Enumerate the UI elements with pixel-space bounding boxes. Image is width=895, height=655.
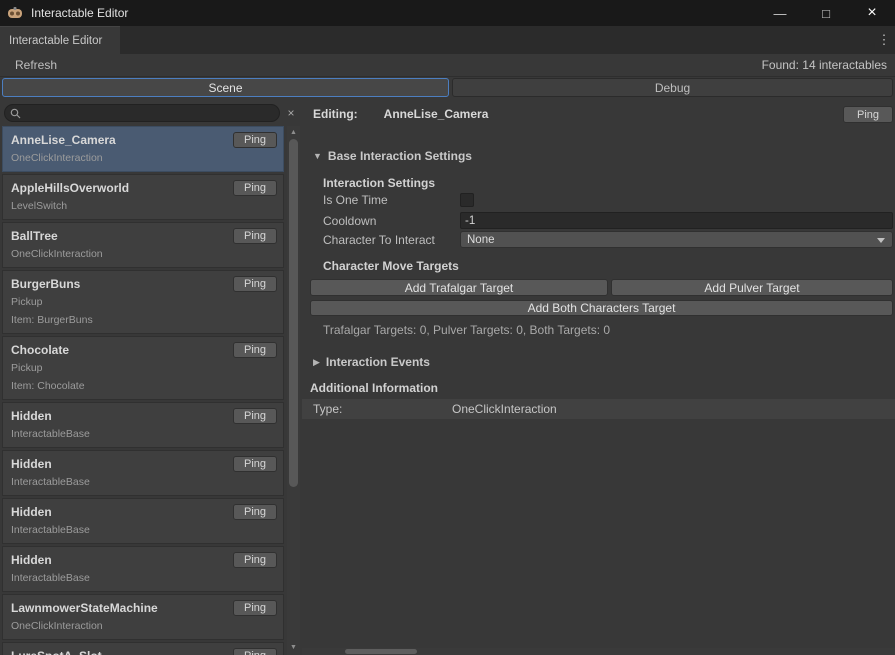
scene-list-panel: × Ping AnneLise_Camera OneClickInteracti… [0,98,302,655]
ping-button[interactable]: Ping [233,180,277,196]
editor-tabstrip: Interactable Editor ⋮ [0,26,895,54]
interactable-list: Ping AnneLise_Camera OneClickInteraction… [2,126,284,655]
inspector-ping-button[interactable]: Ping [843,106,893,123]
refresh-button[interactable]: Refresh [9,56,63,74]
view-tabs: Scene Debug [0,78,895,98]
add-trafalgar-target-button[interactable]: Add Trafalgar Target [310,279,608,296]
item-detail: Item: Chocolate [11,380,275,393]
horizontal-scrollbar[interactable] [302,648,895,655]
ping-button[interactable]: Ping [233,132,277,148]
item-type: OneClickInteraction [11,248,275,261]
inspector-panel: Editing: AnneLise_Camera Ping ▼ Base Int… [302,98,895,655]
overflow-menu-icon[interactable]: ⋮ [877,26,891,54]
minimize-button[interactable]: — [757,0,803,26]
interaction-settings-header: Interaction Settings [323,176,435,190]
cooldown-row: Cooldown [323,212,893,229]
ping-button[interactable]: Ping [233,456,277,472]
editing-label: Editing: [313,107,358,121]
list-item[interactable]: Ping LawnmowerStateMachine OneClickInter… [2,594,284,640]
editing-row: Editing: AnneLise_Camera [313,107,488,121]
ping-button[interactable]: Ping [233,504,277,520]
type-label: Type: [313,402,452,416]
window-title: Interactable Editor [31,6,128,20]
item-type: InteractableBase [11,428,275,441]
list-item[interactable]: Ping LureSpotA_Slot [2,642,284,655]
search-field[interactable] [4,104,280,122]
vertical-scrollbar[interactable]: ▲ ▼ [287,126,300,655]
list-item[interactable]: Ping Chocolate Pickup Item: Chocolate [2,336,284,400]
hscrollbar-thumb[interactable] [345,649,417,654]
scrollbar-thumb[interactable] [289,139,298,487]
tab-interactable-editor[interactable]: Interactable Editor [0,26,120,54]
targets-summary: Trafalgar Targets: 0, Pulver Targets: 0,… [323,323,610,337]
toolbar: Refresh Found: 14 interactables [0,54,895,77]
item-detail: Item: BurgerBuns [11,314,275,327]
ping-button[interactable]: Ping [233,276,277,292]
close-button[interactable]: × [849,0,895,26]
ping-button[interactable]: Ping [233,648,277,655]
list-item[interactable]: Ping Hidden InteractableBase [2,402,284,448]
is-one-time-label: Is One Time [323,193,460,207]
item-type: InteractableBase [11,476,275,489]
item-type: OneClickInteraction [11,152,275,165]
list-item[interactable]: Ping Hidden InteractableBase [2,450,284,496]
list-item[interactable]: Ping BallTree OneClickInteraction [2,222,284,268]
ping-button[interactable]: Ping [233,342,277,358]
add-both-targets-button[interactable]: Add Both Characters Target [310,300,893,316]
item-type: Pickup [11,296,275,309]
character-to-interact-label: Character To Interact [323,233,460,247]
scroll-down-icon[interactable]: ▼ [287,641,300,653]
move-targets-header: Character Move Targets [323,259,459,273]
foldout-label: Base Interaction Settings [328,149,472,163]
is-one-time-checkbox[interactable] [460,193,474,207]
chevron-down-icon [877,238,885,243]
item-type: LevelSwitch [11,200,275,213]
scroll-up-icon[interactable]: ▲ [287,126,300,138]
foldout-label: Interaction Events [326,355,430,369]
list-item[interactable]: Ping Hidden InteractableBase [2,546,284,592]
window-controls: — □ × [757,0,895,26]
dropdown-value: None [467,234,495,246]
search-icon [10,108,21,119]
ping-button[interactable]: Ping [233,228,277,244]
tab-scene[interactable]: Scene [2,78,449,97]
found-count-label: Found: 14 interactables [762,58,887,72]
maximize-button[interactable]: □ [803,0,849,26]
list-item[interactable]: Ping AnneLise_Camera OneClickInteraction [2,126,284,172]
item-type: InteractableBase [11,524,275,537]
type-value: OneClickInteraction [452,402,557,416]
character-to-interact-row: Character To Interact None [323,231,893,248]
is-one-time-row: Is One Time [323,193,893,207]
foldout-closed-icon: ▶ [313,357,320,368]
foldout-open-icon: ▼ [313,151,322,161]
ping-button[interactable]: Ping [233,552,277,568]
search-input[interactable] [21,107,279,119]
character-to-interact-dropdown[interactable]: None [460,231,893,248]
additional-info-header: Additional Information [310,381,438,395]
tab-debug[interactable]: Debug [452,78,893,97]
item-type: OneClickInteraction [11,620,275,633]
search-clear-icon[interactable]: × [284,106,298,120]
foldout-interaction-events[interactable]: ▶ Interaction Events [313,355,430,369]
cooldown-label: Cooldown [323,214,460,228]
ping-button[interactable]: Ping [233,408,277,424]
interactable-editor-window: Interactable Editor — □ × Interactable E… [0,0,895,655]
search-row: × [0,104,302,122]
editing-value: AnneLise_Camera [384,107,489,121]
titlebar: Interactable Editor — □ × [0,0,895,26]
list-item[interactable]: Ping AppleHillsOverworld LevelSwitch [2,174,284,220]
list-item[interactable]: Ping BurgerBuns Pickup Item: BurgerBuns [2,270,284,334]
app-icon [7,5,23,21]
foldout-base-interaction-settings[interactable]: ▼ Base Interaction Settings [313,149,472,163]
ping-button[interactable]: Ping [233,600,277,616]
item-type: InteractableBase [11,572,275,585]
add-pulver-target-button[interactable]: Add Pulver Target [611,279,893,296]
item-type: Pickup [11,362,275,375]
type-row: Type: OneClickInteraction [302,399,895,419]
cooldown-input[interactable] [460,212,893,229]
list-item[interactable]: Ping Hidden InteractableBase [2,498,284,544]
